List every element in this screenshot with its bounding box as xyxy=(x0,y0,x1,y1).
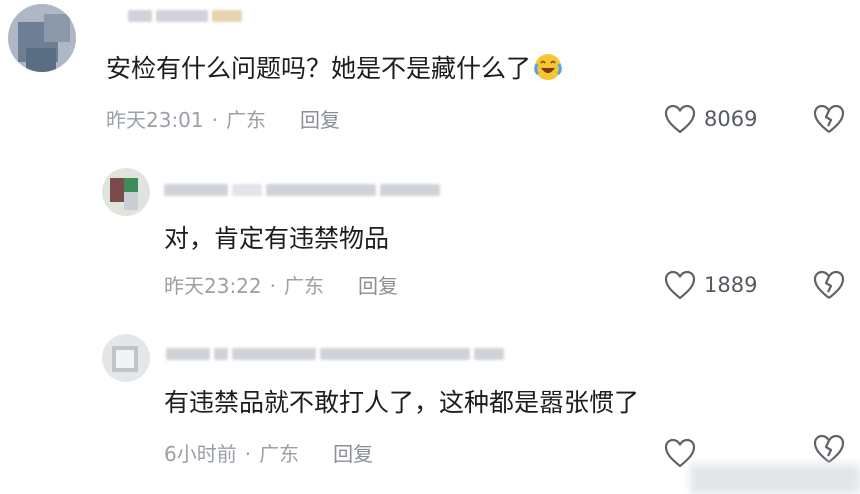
crying-laughing-emoji-icon xyxy=(534,54,562,80)
comment-reply-item: 对，肯定有违禁物品 昨天23:22 · 广东 回复 1889 xyxy=(0,150,860,310)
comment-text-content: 安检有什么问题吗？她是不是藏什么了 xyxy=(106,54,532,83)
comment-time: 6小时前 xyxy=(164,442,237,466)
reply-button[interactable]: 回复 xyxy=(333,442,373,466)
username-blurred[interactable] xyxy=(166,348,504,360)
broken-heart-icon xyxy=(813,270,845,299)
like-button[interactable]: 8069 xyxy=(664,104,757,134)
avatar[interactable] xyxy=(102,334,150,382)
comment-reply-item: 有违禁品就不敢打人了，这种都是嚣张惯了 6小时前 · 广东 回复 xyxy=(0,316,860,494)
comment-text-content: 有违禁品就不敢打人了，这种都是嚣张惯了 xyxy=(164,388,640,417)
avatar[interactable] xyxy=(8,4,76,72)
comment-item: 安检有什么问题吗？她是不是藏什么了 昨天23:01 · 广东 回复 8069 xyxy=(0,0,860,150)
comment-meta: 昨天23:01 · 广东 回复 xyxy=(106,108,340,132)
comment-location: 广东 xyxy=(226,108,266,132)
comment-text: 安检有什么问题吗？她是不是藏什么了 xyxy=(106,52,563,84)
like-count: 1889 xyxy=(704,273,758,297)
heart-icon xyxy=(664,270,696,300)
dislike-button[interactable] xyxy=(812,270,846,304)
avatar-image xyxy=(102,168,150,216)
separator-dot: · xyxy=(211,108,218,132)
heart-icon xyxy=(664,104,696,134)
redaction-overlay xyxy=(690,464,860,494)
comment-text-content: 对，肯定有违禁物品 xyxy=(164,224,390,253)
reply-button[interactable]: 回复 xyxy=(358,274,398,298)
comment-text: 对，肯定有违禁物品 xyxy=(164,224,389,254)
avatar[interactable] xyxy=(102,168,150,216)
comment-text: 有违禁品就不敢打人了，这种都是嚣张惯了 xyxy=(164,388,639,418)
separator-dot: · xyxy=(244,442,252,466)
avatar-image xyxy=(102,334,150,382)
username-blurred[interactable] xyxy=(128,10,242,22)
comment-time: 昨天23:01 xyxy=(106,108,204,132)
dislike-button[interactable] xyxy=(812,104,846,138)
comment-location: 广东 xyxy=(259,442,300,466)
username-blurred[interactable] xyxy=(164,184,440,196)
broken-heart-icon xyxy=(813,104,845,133)
like-count: 8069 xyxy=(704,107,758,131)
avatar-image xyxy=(8,4,76,72)
separator-dot: · xyxy=(269,274,276,298)
reply-button[interactable]: 回复 xyxy=(300,108,340,132)
like-button[interactable]: 1889 xyxy=(664,270,757,300)
comment-meta: 6小时前 · 广东 回复 xyxy=(164,442,373,466)
comment-time: 昨天23:22 xyxy=(164,274,262,298)
comment-meta: 昨天23:22 · 广东 回复 xyxy=(164,274,398,298)
comment-location: 广东 xyxy=(284,274,324,298)
dislike-button[interactable] xyxy=(812,434,846,468)
broken-heart-icon xyxy=(813,434,845,463)
